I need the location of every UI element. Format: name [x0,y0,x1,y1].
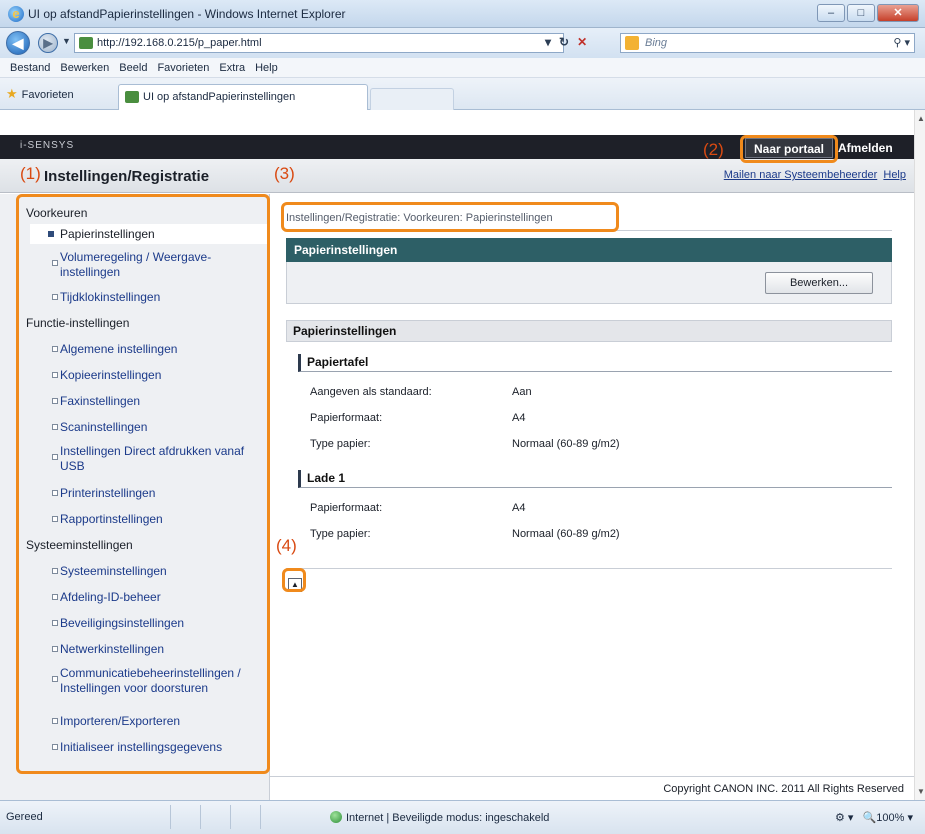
divider [230,805,231,829]
scroll-down-icon[interactable]: ▼ [917,787,925,796]
subsection-lade-1: Lade 1 [298,470,892,488]
vertical-scrollbar[interactable]: ▲ ▼ [914,110,925,800]
window-title: UI op afstandPapierinstellingen - Window… [28,7,346,21]
address-dropdown-icon[interactable]: ▾ [545,35,551,49]
address-text: http://192.168.0.215/p_paper.html [97,37,262,49]
subsection-papiertafel: Papiertafel [298,354,892,372]
minimize-button[interactable]: – [817,4,845,22]
menu-bewerken[interactable]: Bewerken [60,58,109,77]
new-tab-button[interactable] [370,88,454,110]
divider [260,805,261,829]
value-standaard: Aan [512,386,532,398]
section-title: Papierinstellingen [286,320,892,342]
menu-extra[interactable]: Extra [219,58,245,77]
browser-window: e UI op afstandPapierinstellingen - Wind… [0,0,925,834]
star-icon: ★ [6,86,18,101]
refresh-icon[interactable]: ↻ [559,35,569,49]
value-type-papier: Normaal (60-89 g/m2) [512,438,620,450]
highlight-top-icon [282,568,306,592]
logout-link[interactable]: Afmelden [838,141,893,155]
value-lade-papierformaat: A4 [512,502,526,514]
label-standaard: Aangeven als standaard: [310,386,432,398]
tab-page-icon [125,91,139,103]
back-button[interactable]: ◀ [6,31,30,55]
help-link[interactable]: Help [883,169,906,181]
highlight-breadcrumb [281,202,619,232]
label-papierformaat: Papierformaat: [310,412,383,424]
main-panel: Instellingen/Registratie: Voorkeuren: Pa… [286,194,906,754]
menu-bar: Bestand Bewerken Beeld Favorieten Extra … [0,58,925,78]
tab-label: UI op afstandPapierinstellingen [143,91,296,103]
edit-button[interactable]: Bewerken... [765,272,873,294]
callout-2: (2) [703,140,724,159]
page-header: Instellingen/Registratie Mailen naar Sys… [0,159,914,193]
value-papierformaat: A4 [512,412,526,424]
browser-tab[interactable]: UI op afstandPapierinstellingen [118,84,368,110]
value-lade-type-papier: Normaal (60-89 g/m2) [512,528,620,540]
security-zone[interactable]: Internet | Beveiligde modus: ingeschakel… [330,811,549,824]
favorites-label: Favorieten [21,89,74,101]
highlight-sidebar [16,194,270,774]
menu-favorieten[interactable]: Favorieten [157,58,209,77]
divider [170,805,171,829]
zoom-level: 100% [876,812,905,824]
search-placeholder: Bing [645,37,668,49]
scroll-up-icon[interactable]: ▲ [917,114,925,123]
label-lade-type-papier: Type papier: [310,528,371,540]
settings-box: Bewerken... [286,262,892,304]
menu-bestand[interactable]: Bestand [10,58,50,77]
page-content: i-SENSYS Naar portaal Afmelden Instellin… [0,110,914,800]
close-button[interactable]: ✕ [877,4,919,22]
menu-beeld[interactable]: Beeld [119,58,147,77]
address-bar[interactable]: http://192.168.0.215/p_paper.html [74,33,564,53]
history-dropdown-icon[interactable]: ▼ [62,36,71,46]
zoom-control[interactable]: ⚙ ▾ 🔍100% ▾ [835,811,913,824]
callout-1: (1) [20,164,41,183]
settings-box-title: Papierinstellingen [286,238,892,262]
forward-button[interactable]: ▶ [38,33,58,53]
status-text: Gereed [6,811,43,823]
address-row: ◀ ▶ ▼ http://192.168.0.215/p_paper.html … [0,28,925,58]
bing-logo-icon [625,36,639,50]
label-type-papier: Type papier: [310,438,371,450]
label-lade-papierformaat: Papierformaat: [310,502,383,514]
search-input[interactable]: Bing ⚲ ▾ [620,33,915,53]
tab-row: ★ Favorieten UI op afstandPapierinstellin… [0,78,925,110]
highlight-portal [740,135,838,163]
stop-icon[interactable]: ✕ [577,35,587,49]
maximize-button[interactable]: □ [847,4,875,22]
divider [200,805,201,829]
search-icon[interactable]: ⚲ ▾ [893,34,910,52]
mail-admin-link[interactable]: Mailen naar Systeembeheerder [724,169,877,181]
copyright: Copyright CANON INC. 2011 All Rights Res… [270,776,914,800]
callout-4: (4) [276,536,297,555]
page-title: Instellingen/Registratie [44,168,210,185]
divider [286,568,892,569]
ie-logo-icon: e [8,6,24,22]
model-name: i-SENSYS [20,140,75,151]
menu-help[interactable]: Help [255,58,278,77]
callout-3: (3) [274,164,295,183]
favorites-button[interactable]: ★ Favorieten [6,86,74,102]
status-bar: Gereed Internet | Beveiligde modus: inge… [0,800,925,834]
zone-text: Internet | Beveiligde modus: ingeschakel… [346,812,550,824]
globe-icon [330,811,342,823]
page-icon [79,37,93,49]
title-bar: e UI op afstandPapierinstellingen - Wind… [0,0,925,28]
